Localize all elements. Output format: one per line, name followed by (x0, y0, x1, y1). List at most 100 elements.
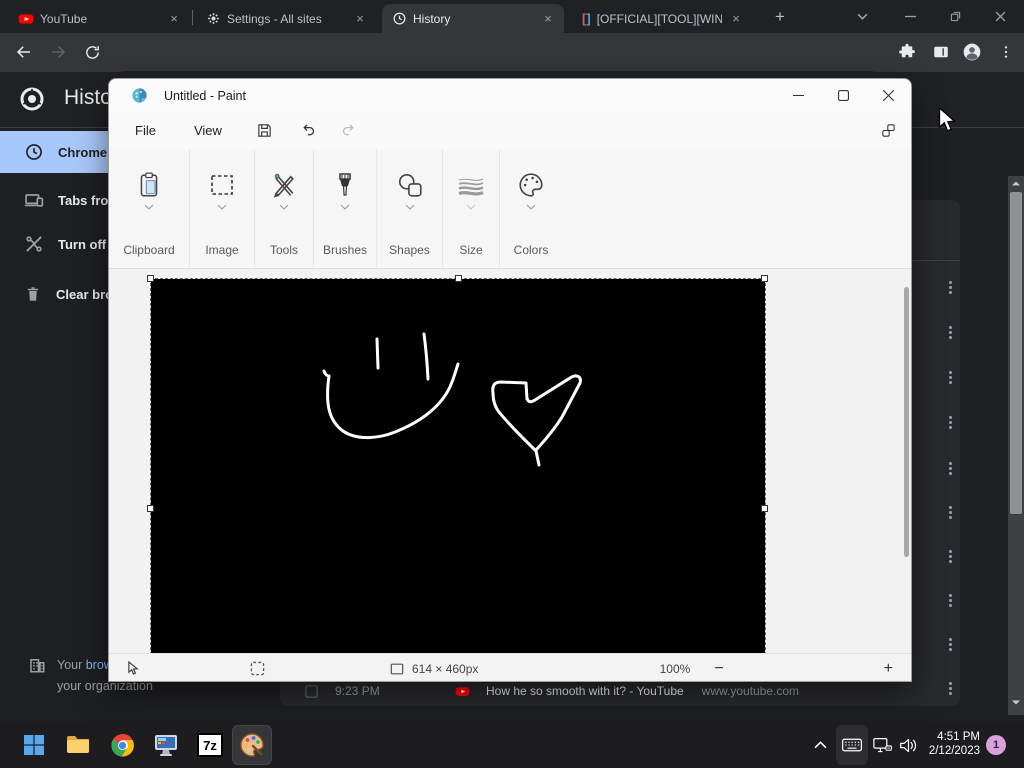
row-menu-kebab-icon[interactable] (942, 592, 958, 608)
selection-handle-middle-right[interactable] (761, 505, 768, 512)
paint-canvas[interactable] (147, 275, 768, 653)
browser-menu-kebab-icon[interactable] (992, 38, 1020, 66)
back-button[interactable] (10, 38, 38, 66)
selection-handle-top-left[interactable] (147, 275, 154, 282)
row-menu-kebab-icon[interactable] (942, 324, 958, 340)
ethernet-display-icon (872, 737, 892, 752)
tab-divider (192, 10, 193, 25)
tab-history[interactable]: History × (382, 4, 564, 33)
paint-workspace (109, 269, 911, 653)
menu-file[interactable]: File (123, 117, 168, 144)
scroll-up-arrow-icon[interactable] (1011, 180, 1021, 187)
tab-search-chevron-icon[interactable] (855, 9, 869, 23)
zoom-level-value: 100% (659, 661, 691, 676)
tab-close-icon[interactable]: × (728, 11, 744, 27)
tray-overflow-chevron[interactable] (806, 725, 834, 765)
chevron-down-icon (526, 204, 536, 210)
selection-handle-middle-left[interactable] (147, 505, 154, 512)
row-menu-kebab-icon[interactable] (942, 369, 958, 385)
paint-taskbar-button[interactable] (232, 725, 272, 765)
ribbon-group-label: Image (205, 243, 239, 257)
scroll-down-arrow-icon[interactable] (1011, 699, 1021, 706)
notification-badge[interactable]: 1 (986, 735, 1006, 755)
row-menu-kebab-icon[interactable] (942, 460, 958, 476)
ribbon-group-shapes[interactable]: Shapes (377, 149, 443, 269)
tab-close-icon[interactable]: × (352, 11, 368, 27)
start-button[interactable] (14, 725, 54, 765)
chevron-up-icon (814, 741, 826, 749)
menu-view[interactable]: View (182, 117, 234, 144)
window-minimize-button[interactable] (903, 9, 917, 23)
row-menu-kebab-icon[interactable] (942, 414, 958, 430)
history-clock-icon (393, 12, 406, 25)
windows-logo-icon (24, 735, 44, 755)
paint-titlebar[interactable]: Untitled - Paint (109, 79, 911, 112)
seven-zip-icon: 7z (197, 733, 223, 757)
chevron-down-icon (340, 204, 350, 210)
chevron-down-icon (144, 204, 154, 210)
ribbon-group-colors[interactable]: Colors (500, 149, 562, 269)
undo-icon[interactable] (292, 116, 326, 146)
row-checkbox[interactable] (304, 684, 319, 699)
tab-label: [OFFICIAL][TOOL][WIN (596, 11, 722, 26)
row-menu-kebab-icon[interactable] (942, 279, 958, 295)
mouse-cursor (938, 108, 956, 132)
zoom-out-button[interactable]: − (714, 660, 723, 678)
window-close-button[interactable] (993, 9, 1007, 23)
paint-maximize-button[interactable] (821, 79, 866, 112)
ribbon-group-clipboard[interactable]: Clipboard (109, 149, 190, 269)
workspace-scrollbar-thumb[interactable] (904, 287, 909, 557)
new-tab-button[interactable]: + (768, 5, 792, 29)
forward-button[interactable] (44, 38, 72, 66)
seven-zip-button[interactable]: 7z (190, 725, 230, 765)
clock-time: 4:51 PM (937, 731, 980, 743)
tab-close-icon[interactable]: × (540, 11, 556, 27)
network-tray-icon[interactable] (868, 725, 896, 765)
reload-button[interactable] (78, 38, 106, 66)
paint-minimize-button[interactable] (776, 79, 821, 112)
ribbon-group-size[interactable]: Size (443, 149, 500, 269)
chrome-taskbar-button[interactable] (102, 725, 142, 765)
redo-icon[interactable] (332, 116, 366, 146)
organization-building-icon (30, 659, 45, 673)
tab-youtube[interactable]: YouTube × (8, 4, 190, 33)
ribbon-group-image[interactable]: Image (190, 149, 255, 269)
tab-settings[interactable]: Settings - All sites × (196, 4, 376, 33)
row-menu-kebab-icon[interactable] (942, 548, 958, 564)
selection-handle-top-middle[interactable] (455, 275, 462, 282)
tab-close-icon[interactable]: × (166, 11, 182, 27)
monitor-app-icon (155, 735, 177, 756)
zoom-in-button[interactable]: + (884, 660, 893, 678)
devices-icon (24, 194, 44, 207)
layers-icon[interactable] (871, 116, 905, 146)
ribbon-group-tools[interactable]: Tools (255, 149, 314, 269)
tools-icon (273, 173, 294, 198)
row-title[interactable]: How he so smooth with it? - YouTube (486, 684, 684, 698)
paint-close-button[interactable] (866, 79, 911, 112)
window-restore-button[interactable] (948, 9, 962, 23)
ribbon-group-label: Shapes (389, 243, 430, 257)
row-menu-kebab-icon[interactable] (942, 504, 958, 520)
brackets-icon: [] (582, 11, 591, 26)
heart-outline (491, 374, 582, 467)
paint-app-icon (132, 88, 147, 103)
save-icon[interactable] (248, 116, 282, 146)
screen: YouTube × Settings - All sites × History… (0, 0, 1024, 768)
side-panel-icon[interactable] (927, 38, 955, 66)
page-scrollbar-thumb[interactable] (1010, 192, 1022, 514)
row-menu-kebab-icon[interactable] (942, 636, 958, 652)
extensions-puzzle-icon[interactable] (893, 38, 921, 66)
ribbon-group-brushes[interactable]: Brushes (314, 149, 377, 269)
card-separator (912, 260, 960, 261)
touch-keyboard-button[interactable] (836, 725, 868, 765)
canvas-size-value: 614 × 460px (412, 661, 479, 676)
file-explorer-button[interactable] (58, 725, 98, 765)
selection-handle-top-right[interactable] (761, 275, 768, 282)
tab-official-tool[interactable]: [] [OFFICIAL][TOOL][WIN × (572, 4, 752, 33)
folder-icon (67, 736, 89, 753)
tray-clock[interactable]: 4:51 PM 2/12/2023 (918, 730, 980, 758)
remote-viewer-button[interactable] (146, 725, 186, 765)
ribbon-group-label: Size (459, 243, 483, 257)
profile-avatar[interactable] (958, 38, 986, 66)
line-size-icon (458, 178, 484, 196)
